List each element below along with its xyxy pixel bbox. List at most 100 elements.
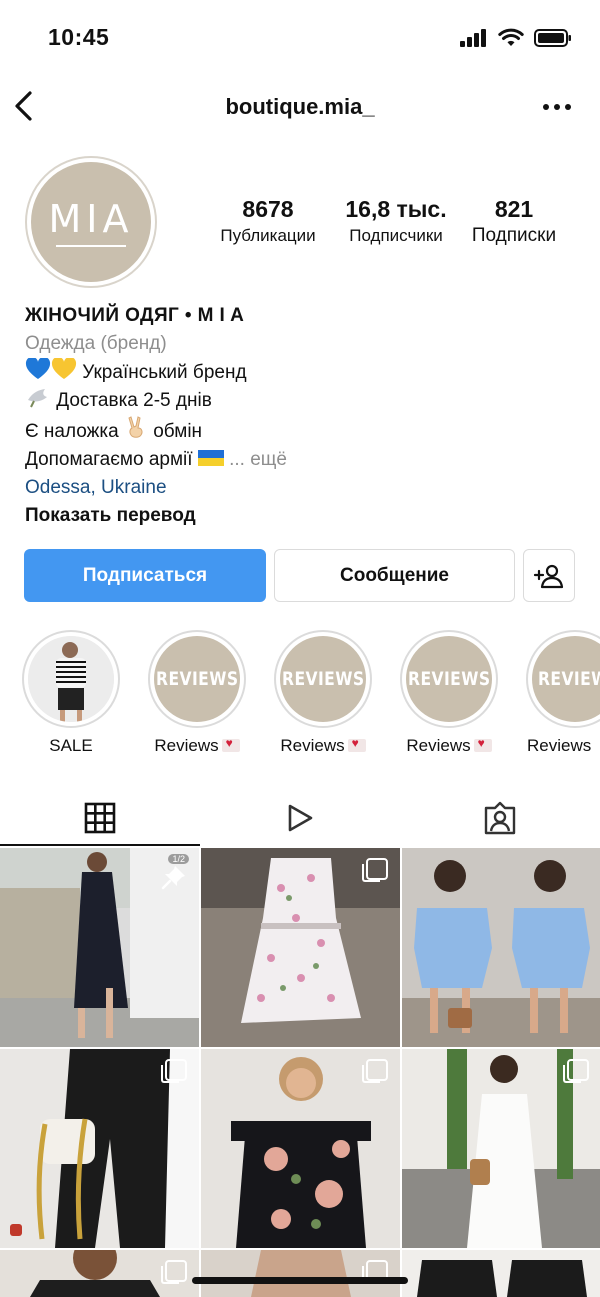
highlight-reviews-3-cover: REVIEWS — [406, 636, 492, 722]
stat-following[interactable]: 821 Подписки — [462, 196, 566, 248]
highlight-reviews-4-cover: REVIEW — [532, 636, 600, 722]
stat-followers-label: Подписчики — [349, 226, 443, 245]
highlight-reviews-3-label-text: Reviews — [406, 736, 471, 755]
stat-posts[interactable]: 8678 Публикации — [210, 196, 326, 248]
home-indicator — [192, 1277, 408, 1284]
profile-avatar[interactable]: MIA — [25, 156, 157, 288]
follow-button[interactable]: Подписаться — [24, 549, 266, 602]
bio-line-brand: Український бренд — [25, 357, 585, 387]
highlight-sale-cover — [28, 636, 114, 722]
show-translation-link[interactable]: Показать перевод — [25, 502, 585, 530]
post-thumbnail[interactable] — [402, 848, 600, 1047]
highlight-reviews-4-ring: REVIEW — [526, 630, 600, 728]
stat-following-label: Подписки — [471, 225, 557, 246]
dove-icon — [28, 389, 47, 408]
bio-line-delivery: Доставка 2-5 днів — [25, 386, 585, 415]
bio-line-cod-text: Є наложка — [25, 421, 119, 443]
avatar-logo-text: MIA — [48, 197, 134, 241]
carousel-icon — [362, 858, 388, 882]
highlight-reviews-1-cover-text: REVIEWS — [155, 668, 239, 690]
status-time: 10:45 — [48, 24, 110, 50]
stat-posts-value: 8678 — [242, 196, 294, 222]
highlight-reviews-3-cover-text: REVIEWS — [407, 668, 491, 690]
post-thumbnail[interactable] — [402, 1250, 600, 1297]
post-thumbnail[interactable] — [0, 1250, 199, 1297]
highlight-reviews-2-label: Reviews — [274, 736, 372, 756]
suggested-users-button[interactable] — [523, 549, 575, 602]
profile-display-name: ЖІНОЧИЙ ОДЯГ • M I A — [25, 305, 245, 326]
highlight-reviews-4-label: Reviews — [527, 736, 592, 755]
highlight-reviews-3-ring: REVIEWS — [400, 630, 498, 728]
carousel-icon — [161, 1059, 187, 1083]
profile-header: boutique.mia_ — [0, 80, 600, 134]
stat-followers-value: 16,8 тыс. — [345, 196, 447, 222]
wifi-icon — [498, 28, 524, 46]
heart-letter-icon — [221, 736, 240, 752]
highlight-reviews-2-ring: REVIEWS — [274, 630, 372, 728]
post-thumbnail[interactable] — [201, 1250, 400, 1297]
post-thumbnail[interactable] — [201, 848, 400, 1047]
highlight-sale[interactable]: SALE — [22, 630, 120, 756]
tab-posts-grid[interactable] — [0, 790, 200, 846]
profile-bio: ЖІНОЧИЙ ОДЯГ • M I A Одежда (бренд) Укра… — [25, 302, 585, 529]
highlight-reviews-2[interactable]: REVIEWS Reviews — [274, 630, 372, 756]
more-options-button[interactable] — [542, 100, 572, 114]
highlight-reviews-3[interactable]: REVIEWS Reviews — [400, 630, 498, 756]
message-button[interactable]: Сообщение — [274, 549, 515, 602]
bio-line-cod: Є наложка обмін — [25, 415, 585, 446]
highlight-reviews-2-cover-text: REVIEWS — [281, 668, 365, 690]
tagged-user-icon — [484, 801, 516, 835]
status-bar: 10:45 — [0, 0, 600, 74]
stat-posts-label: Публикации — [220, 226, 316, 245]
stat-followers[interactable]: 16,8 тыс. Подписчики — [334, 196, 458, 248]
signal-icon — [460, 29, 486, 47]
tab-reels[interactable] — [200, 790, 400, 846]
bio-line-brand-text: Український бренд — [82, 361, 247, 383]
highlight-reviews-4-clip: REVIEW Reviews — [526, 630, 600, 770]
bio-line-delivery-text: Доставка 2-5 днів — [56, 390, 212, 412]
pinned-count-label: 1/2 — [168, 854, 189, 864]
carousel-icon — [161, 1260, 187, 1284]
grid-icon — [84, 802, 116, 834]
bio-more-link[interactable]: ... ещё — [229, 449, 287, 470]
heart-letter-icon — [473, 736, 492, 752]
post-image — [402, 1250, 600, 1297]
ellipsis-icon — [543, 104, 571, 110]
highlight-sale-label: SALE — [49, 736, 93, 755]
post-thumbnail[interactable] — [201, 1049, 400, 1248]
status-icons — [460, 28, 572, 48]
post-thumbnail[interactable] — [0, 1049, 199, 1248]
post-image — [402, 848, 600, 1047]
blue-heart-icon — [25, 357, 51, 379]
heart-letter-icon — [347, 736, 366, 752]
profile-tabs — [0, 790, 600, 846]
profile-category: Одежда (бренд) — [25, 332, 167, 354]
bio-line-army-text: Допомагаємо армії — [25, 448, 193, 470]
highlight-reviews-1-ring: REVIEWS — [148, 630, 246, 728]
pin-icon — [161, 866, 185, 890]
highlight-sale-thumbnail — [28, 636, 114, 722]
yellow-heart-icon — [51, 357, 77, 379]
highlight-reviews-4[interactable]: REVIEW Reviews — [526, 630, 600, 756]
ukraine-flag-icon — [197, 449, 224, 466]
bio-line-army: Допомагаємо армії ... ещё — [25, 446, 585, 474]
stat-following-value: 821 — [494, 196, 534, 222]
avatar-image: MIA — [31, 162, 151, 282]
post-thumbnail[interactable] — [402, 1049, 600, 1248]
add-person-icon — [533, 564, 564, 588]
highlight-sale-ring — [22, 630, 120, 728]
post-thumbnail-pinned[interactable]: 1/2 — [0, 848, 199, 1047]
highlight-reviews-2-label-text: Reviews — [280, 736, 345, 755]
highlight-reviews-1[interactable]: REVIEWS Reviews — [148, 630, 246, 756]
avatar-logo-underline — [56, 245, 126, 247]
highlight-reviews-1-label: Reviews — [148, 736, 246, 756]
carousel-icon — [563, 1059, 589, 1083]
battery-icon — [534, 29, 571, 47]
highlight-reviews-4-cover-text: REVIEW — [538, 668, 600, 690]
play-icon — [288, 804, 313, 832]
highlight-reviews-2-cover: REVIEWS — [280, 636, 366, 722]
highlight-reviews-1-cover: REVIEWS — [154, 636, 240, 722]
bio-line-cod-text-2: обмін — [153, 421, 203, 443]
tab-tagged[interactable] — [400, 790, 600, 846]
profile-location-link[interactable]: Odessa, Ukraine — [25, 474, 585, 502]
